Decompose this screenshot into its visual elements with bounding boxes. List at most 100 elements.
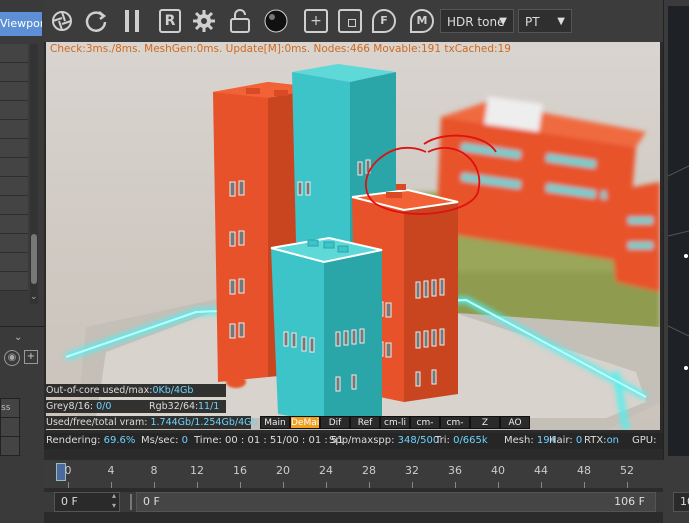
tab-cm-on[interactable]: cm-On bbox=[440, 416, 470, 429]
list-item[interactable] bbox=[0, 272, 28, 291]
current-frame-field[interactable]: 0 F ▴ ▾ bbox=[54, 491, 120, 512]
tab-cm-li[interactable]: cm-li bbox=[380, 416, 410, 429]
chevron-down-icon[interactable]: ⌄ bbox=[30, 292, 38, 302]
render-viewport[interactable]: Check:3ms./8ms. MeshGen:0ms. Update[M]:0… bbox=[46, 42, 660, 430]
timeline-tick-label: 20 bbox=[276, 464, 290, 477]
vram-value: 1.744Gb/1.254Gb/4Gb bbox=[150, 417, 258, 428]
samples-per-pixel: Spp/maxspp: 348/500 bbox=[329, 433, 439, 449]
left-scrollbar[interactable] bbox=[30, 44, 38, 304]
list-item[interactable] bbox=[0, 417, 20, 437]
mode-select-value: PT bbox=[525, 15, 540, 29]
frame-range-slider[interactable]: 0 F 106 F bbox=[136, 492, 656, 512]
rgb-label: Rgb32/64: bbox=[149, 401, 199, 412]
tab-ref[interactable]: Ref bbox=[350, 416, 380, 429]
render-status-bar: Rendering: 69.6% Ms/sec: 0 Time: 00 : 01… bbox=[44, 433, 663, 449]
list-item[interactable] bbox=[0, 215, 28, 234]
grey-label: Grey8/16: bbox=[46, 401, 97, 412]
tab-main[interactable]: Main bbox=[260, 416, 290, 429]
list-item[interactable] bbox=[0, 101, 28, 120]
vram-readout: Used/free/total vram: 1.744Gb/1.254Gb/4G… bbox=[46, 416, 258, 429]
timeline-tick bbox=[369, 482, 370, 488]
spp-value: 348/500 bbox=[397, 435, 440, 446]
pause-icon[interactable] bbox=[118, 6, 146, 36]
add-icon[interactable]: + bbox=[24, 350, 38, 364]
tone-select[interactable]: HDR tone ▼ bbox=[440, 9, 514, 33]
tab-ao[interactable]: AO bbox=[500, 416, 530, 429]
chevron-down-icon: ▼ bbox=[499, 16, 507, 27]
timeline-tick bbox=[498, 482, 499, 488]
timeline-tick-label: 4 bbox=[107, 464, 115, 477]
timeline-tick-label: 28 bbox=[362, 464, 376, 477]
list-item[interactable] bbox=[0, 234, 28, 253]
right-bottom-panel: 10 bbox=[663, 460, 689, 523]
chevron-down-icon[interactable]: ⌄ bbox=[14, 332, 22, 343]
rtx-value: on bbox=[606, 435, 620, 446]
list-item[interactable] bbox=[0, 158, 28, 177]
left-panel: Viewport Sc ⌄ ⌄ ◉ + ss bbox=[0, 0, 44, 523]
tab-demain[interactable]: DeMain bbox=[290, 416, 325, 429]
mode-select[interactable]: PT ▼ bbox=[518, 9, 572, 33]
f-pin-icon[interactable]: F bbox=[370, 6, 398, 36]
timeline-ruler[interactable]: 048121620242832364044485256 bbox=[44, 460, 677, 488]
tri-value: 0/665k bbox=[453, 435, 488, 446]
list-item[interactable] bbox=[0, 196, 28, 215]
timeline-tick-label: 40 bbox=[491, 464, 505, 477]
toolbar: R + F M HDR tone ▼ PT ▼ bbox=[44, 0, 663, 42]
ms-value: 0 bbox=[181, 435, 188, 446]
triangle-count: Tri: 0/665k bbox=[435, 433, 488, 449]
list-item[interactable] bbox=[0, 63, 28, 82]
timeline-tick-label: 44 bbox=[534, 464, 548, 477]
current-frame-value: 0 F bbox=[61, 495, 78, 508]
tab-dif[interactable]: Dif bbox=[320, 416, 350, 429]
timeline-tick bbox=[283, 482, 284, 488]
stepper-icon[interactable]: ▴ ▾ bbox=[112, 491, 116, 511]
timeline-tick-label: 24 bbox=[319, 464, 333, 477]
tab-z[interactable]: Z bbox=[470, 416, 500, 429]
timeline-tick bbox=[68, 482, 69, 488]
range-start-value: 0 F bbox=[143, 495, 160, 508]
rtx-status: RTX:on bbox=[584, 433, 619, 449]
r-label: R bbox=[159, 9, 181, 33]
scene-viewport-preview[interactable] bbox=[667, 6, 689, 456]
gear-icon[interactable] bbox=[190, 6, 218, 36]
tab-cm-mn[interactable]: cm-Mn bbox=[410, 416, 440, 429]
timeline-tick bbox=[541, 482, 542, 488]
rgb-value: 11/1 bbox=[198, 401, 220, 412]
grid-lines bbox=[667, 165, 689, 370]
grey-value: 0/0 bbox=[96, 401, 112, 412]
ms-per-sec: Ms/sec: 0 bbox=[141, 433, 188, 449]
add-box-icon[interactable]: + bbox=[302, 6, 330, 36]
timeline-tick-label: 48 bbox=[577, 464, 591, 477]
timeline-tick-label: 32 bbox=[405, 464, 419, 477]
list-item[interactable] bbox=[0, 120, 28, 139]
refresh-icon[interactable] bbox=[82, 6, 110, 36]
m-pin-icon[interactable]: M bbox=[408, 6, 436, 36]
rendered-scene bbox=[65, 64, 660, 430]
timeline-tick bbox=[627, 482, 628, 488]
rendering-progress: Rendering: 69.6% bbox=[46, 433, 135, 449]
list-item[interactable] bbox=[0, 177, 28, 196]
m-label: M bbox=[410, 9, 434, 33]
unlock-icon[interactable] bbox=[226, 6, 254, 36]
viewport-settings-tab[interactable]: Viewport Sc bbox=[0, 12, 42, 36]
list-item[interactable] bbox=[0, 436, 20, 456]
list-item[interactable] bbox=[0, 44, 28, 63]
list-item[interactable] bbox=[0, 253, 28, 272]
sphere-icon[interactable] bbox=[262, 6, 290, 36]
square-box-icon[interactable] bbox=[336, 6, 364, 36]
time-label: Time: bbox=[194, 435, 226, 446]
list-item[interactable]: ss bbox=[0, 398, 20, 418]
target-icon[interactable]: ◉ bbox=[4, 350, 20, 366]
list-item[interactable] bbox=[0, 139, 28, 158]
hair-label: Hair: bbox=[549, 435, 576, 446]
rtx-label: RTX: bbox=[584, 435, 607, 446]
timeline-tick-label: 36 bbox=[448, 464, 462, 477]
range-end-value: 106 F bbox=[614, 495, 645, 508]
timeline-tick-label: 12 bbox=[190, 464, 204, 477]
r-box-icon[interactable]: R bbox=[156, 6, 184, 36]
aperture-icon[interactable] bbox=[48, 6, 76, 36]
timeline-tick bbox=[455, 482, 456, 488]
scrollbar-thumb[interactable] bbox=[31, 234, 37, 284]
end-frame-field[interactable]: 10 bbox=[673, 492, 689, 512]
list-item[interactable] bbox=[0, 82, 28, 101]
